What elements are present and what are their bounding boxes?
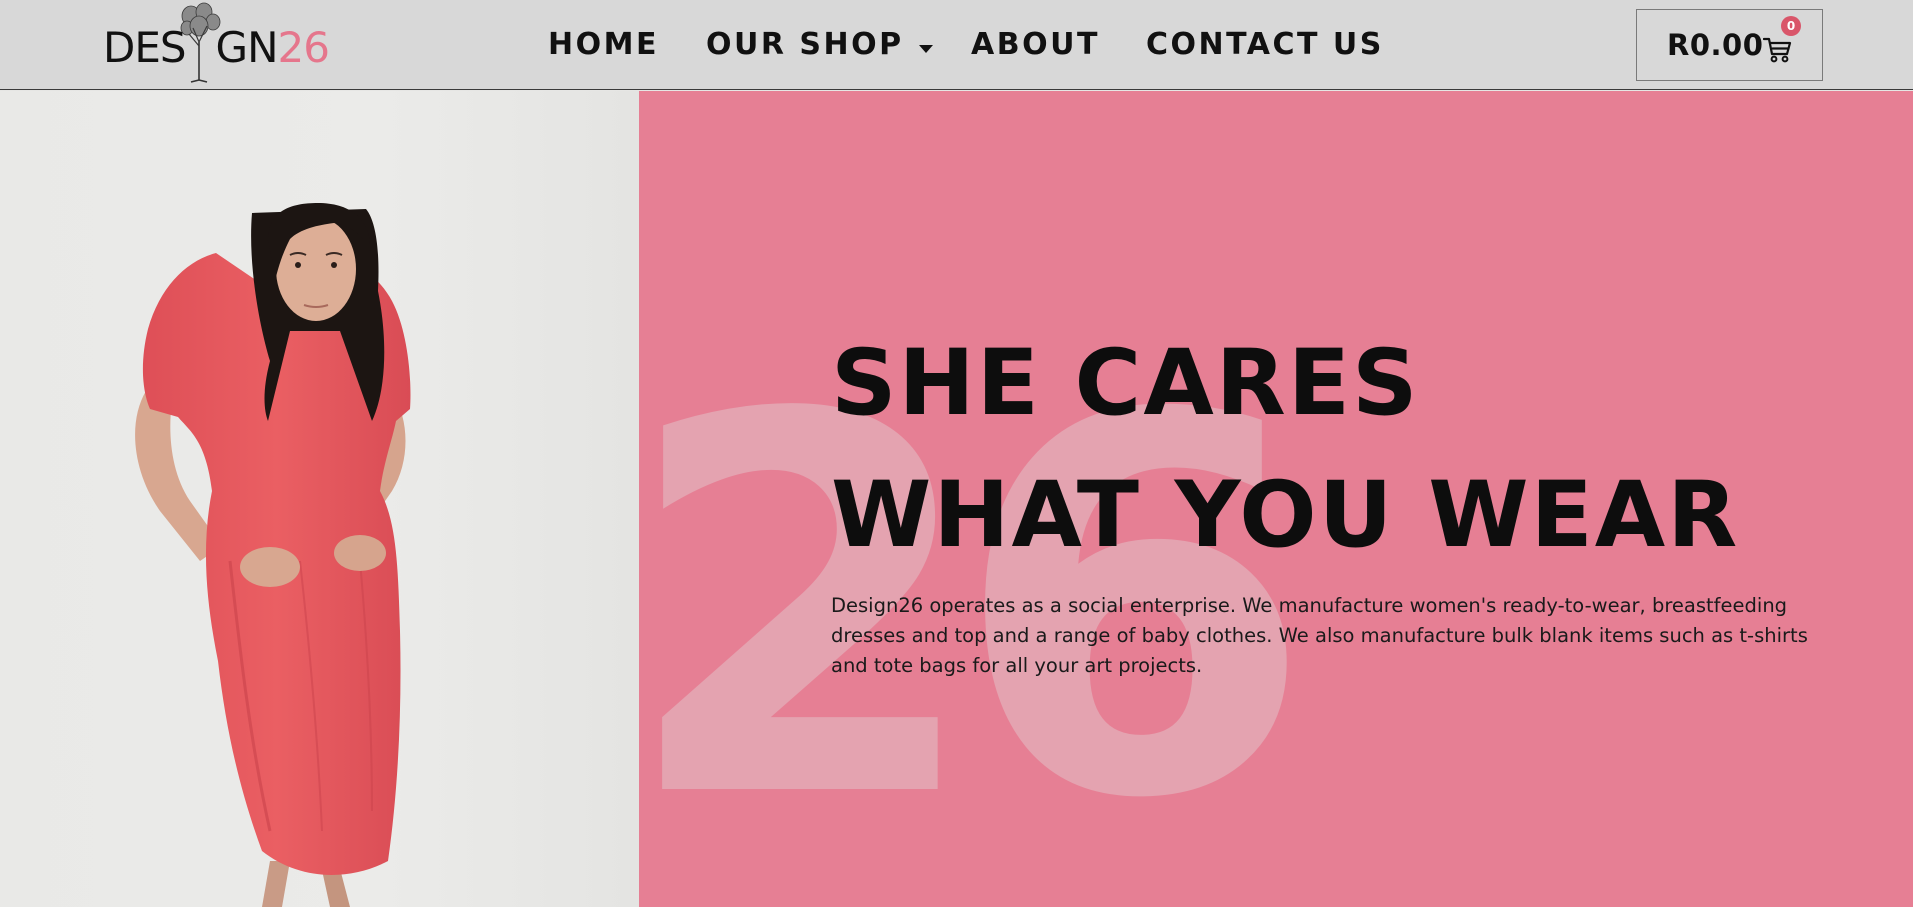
site-header: DES GN26 HOME OUR SHOP ABOUT CONTACT US R…: [0, 0, 1913, 90]
cart-count-badge: 0: [1781, 16, 1801, 36]
nav-about[interactable]: ABOUT: [971, 24, 1100, 66]
cart-button[interactable]: R0.00 0: [1636, 9, 1823, 81]
logo-text-des: DES: [103, 23, 187, 72]
headline-line-2: WHAT YOU WEAR: [831, 463, 1740, 568]
nav-contact-us[interactable]: CONTACT US: [1146, 24, 1384, 66]
headline-line-1: SHE CARES: [831, 331, 1420, 436]
shopping-cart-icon: [1762, 37, 1793, 67]
nav-our-shop-label: OUR SHOP: [706, 26, 904, 62]
design26-logo[interactable]: DES GN26: [103, 2, 339, 84]
logo-text-gn: GN: [215, 23, 279, 72]
hero-description: Design26 operates as a social enterprise…: [831, 594, 1808, 677]
hero-model-photo: [0, 91, 639, 907]
nav-our-shop[interactable]: OUR SHOP: [706, 24, 934, 67]
hero-headline: SHE CARES WHAT YOU WEAR: [831, 318, 1739, 582]
cart-total: R0.00: [1667, 28, 1764, 62]
chevron-down-icon: [918, 24, 934, 66]
logo-text-26: 26: [277, 23, 330, 72]
logo-wordmark: DES GN26: [103, 23, 330, 72]
nav-home[interactable]: HOME: [548, 24, 659, 66]
model-in-red-dress-image: [135, 203, 411, 907]
